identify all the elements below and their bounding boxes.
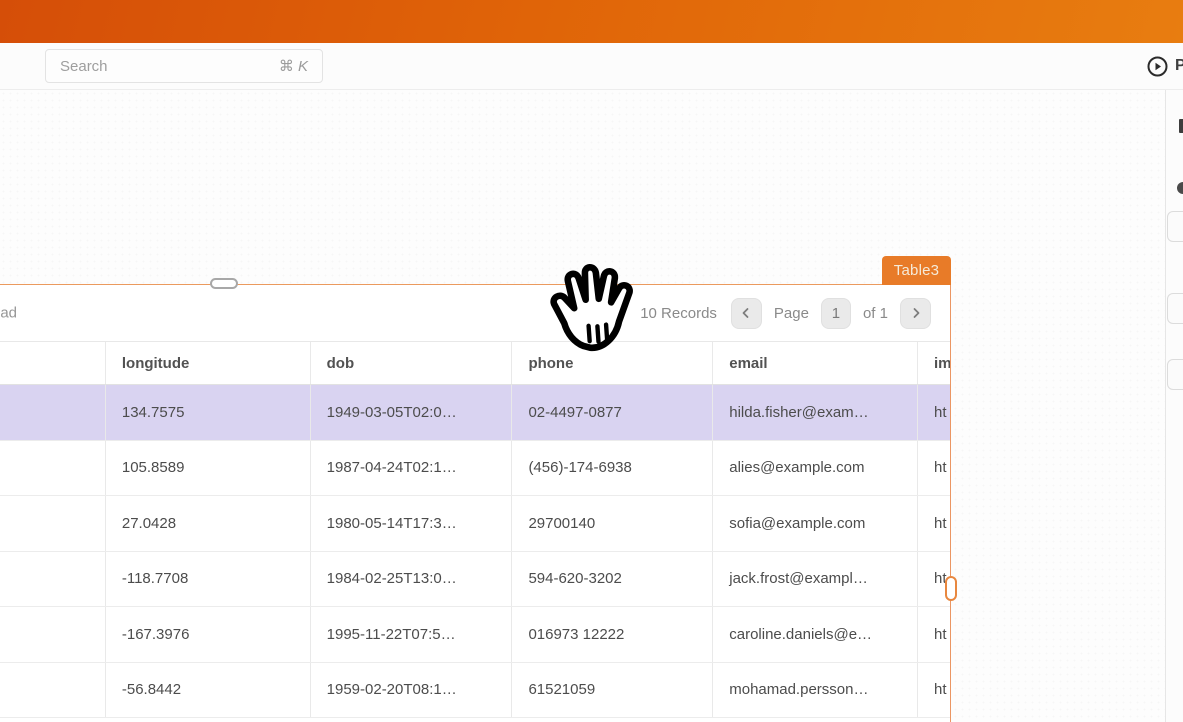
table-row[interactable]: -118.77081984-02-25T13:0…594-620-3202jac… [0,552,950,608]
table-cell[interactable]: caroline.daniels@e… [712,607,917,662]
table-row[interactable]: -167.39761995-11-22T07:5…016973 12222car… [0,607,950,663]
table-body: 134.75751949-03-05T02:0…02-4497-0877hild… [0,385,950,718]
widget-name-tab[interactable]: Table3 [882,256,951,285]
chevron-right-icon [910,307,922,319]
search-shortcut: ⌘ K [279,57,308,75]
panel-input-fragment[interactable] [1167,211,1183,242]
table-cell[interactable]: 134.7575 [105,385,310,440]
table-cell[interactable]: 594-620-3202 [511,552,712,607]
preview-label-fragment: P [1175,57,1183,75]
table-cell[interactable]: 1959-02-20T08:1… [310,663,512,718]
column-header[interactable]: email [712,342,917,384]
table-cell[interactable]: 1987-04-24T02:1… [310,441,512,496]
preview-button[interactable]: P [1147,48,1183,84]
panel-heading-fragment [1179,119,1183,133]
table-row[interactable]: 105.85891987-04-24T02:1…(456)-174-6938al… [0,441,950,497]
resize-handle-right[interactable] [945,576,957,601]
table-cell[interactable]: mohamad.persson… [712,663,917,718]
search-box[interactable]: ⌘ K [45,49,323,83]
table-cell[interactable] [0,496,105,551]
table-cell[interactable]: ht [917,496,950,551]
table-cell[interactable]: 1949-03-05T02:0… [310,385,512,440]
table-cell[interactable] [0,385,105,440]
table-cell[interactable]: ht [917,607,950,662]
column-header[interactable]: phone [511,342,712,384]
table-title-fragment: oad [0,305,17,322]
table-cell[interactable]: 29700140 [511,496,712,551]
play-circle-icon [1147,56,1168,77]
chevron-left-icon [740,307,752,319]
table-cell[interactable]: -56.8442 [105,663,310,718]
column-header[interactable]: longitude [105,342,310,384]
table-cell[interactable]: ht [917,385,950,440]
table-cell[interactable] [0,552,105,607]
table-cell[interactable]: jack.frost@exampl… [712,552,917,607]
table-cell[interactable]: 1995-11-22T07:5… [310,607,512,662]
table-cell[interactable]: 1980-05-14T17:3… [310,496,512,551]
table-header-bar: oad 10 Records Page of 1 [0,285,950,341]
table-widget[interactable]: Table3 oad 10 Records Page of 1 longitud… [0,284,951,722]
column-header[interactable]: dob [310,342,512,384]
app-banner [0,0,1183,43]
table-cell[interactable]: 1984-02-25T13:0… [310,552,512,607]
table-row[interactable]: -56.84421959-02-20T08:1…61521059mohamad.… [0,663,950,719]
table-cell[interactable]: 27.0428 [105,496,310,551]
toolbar: ⌘ K P [0,43,1183,90]
table-cell[interactable]: alies@example.com [712,441,917,496]
column-header[interactable] [0,342,105,384]
panel-input-fragment[interactable] [1167,293,1183,324]
table-cell[interactable]: -118.7708 [105,552,310,607]
search-input[interactable] [60,58,279,75]
table-row[interactable]: 27.04281980-05-14T17:3…29700140sofia@exa… [0,496,950,552]
table-cell[interactable]: 02-4497-0877 [511,385,712,440]
table-cell[interactable]: ht [917,663,950,718]
panel-icon-fragment [1177,182,1183,194]
table-header-row: longitudedobphoneemailimage [0,341,950,385]
table-cell[interactable]: -167.3976 [105,607,310,662]
table-cell[interactable] [0,663,105,718]
column-header[interactable]: image [917,342,950,384]
pagination: 10 Records Page of 1 [640,298,931,329]
table-cell[interactable]: (456)-174-6938 [511,441,712,496]
table-cell[interactable]: hilda.fisher@exam… [712,385,917,440]
page-label: Page [774,305,809,322]
table-row[interactable]: 134.75751949-03-05T02:0…02-4497-0877hild… [0,385,950,441]
prev-page-button[interactable] [731,298,762,329]
record-count: 10 Records [640,305,717,322]
page-of-label: of 1 [863,305,888,322]
table-cell[interactable]: 105.8589 [105,441,310,496]
table-cell[interactable]: sofia@example.com [712,496,917,551]
page-number-input[interactable] [821,298,851,329]
table-cell[interactable]: ht [917,441,950,496]
table-cell[interactable]: 016973 12222 [511,607,712,662]
panel-input-fragment[interactable] [1167,359,1183,390]
table-cell[interactable] [0,441,105,496]
table-cell[interactable] [0,607,105,662]
table-cell[interactable]: 61521059 [511,663,712,718]
next-page-button[interactable] [900,298,931,329]
